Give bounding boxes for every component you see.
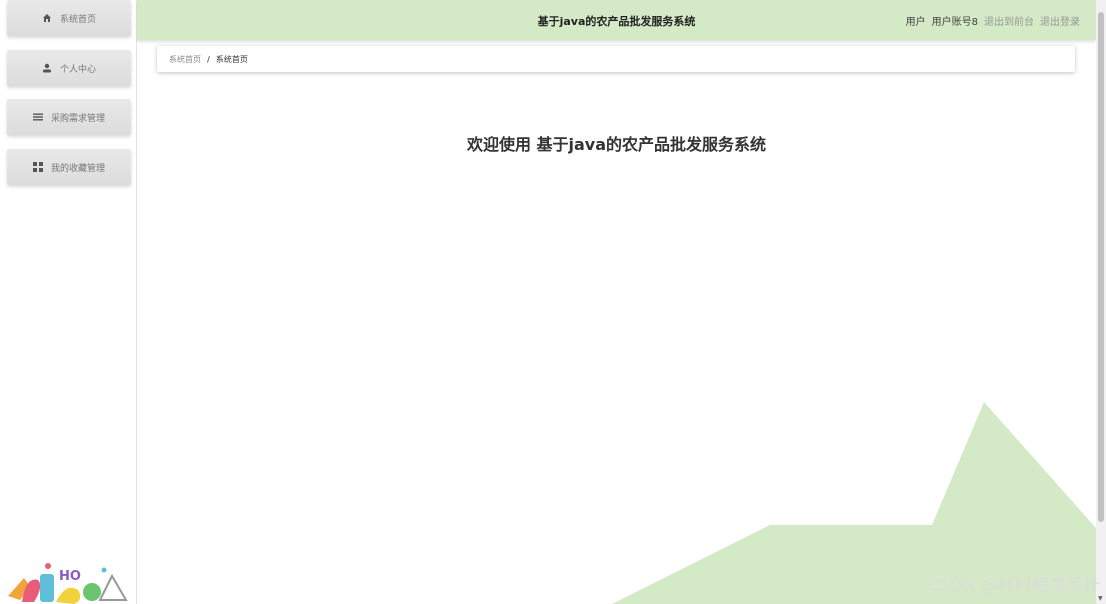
sidebar-item-label: 系统首页 — [59, 14, 96, 25]
welcome-heading: 欢迎使用 基于java的农产品批发服务系统 — [466, 135, 767, 154]
user-role-label: 用户 — [905, 17, 926, 28]
sidebar-item-label: 个人中心 — [59, 64, 96, 75]
watermark-text: CSDN @林科程序设计 — [927, 576, 1100, 596]
sidebar-item-home[interactable]: 系统首页 — [7, 0, 131, 36]
sidebar-item-profile[interactable]: 个人中心 — [7, 50, 131, 86]
decorative-logo-icon: HO — [8, 563, 128, 604]
top-header: 基于java的农产品批发服务系统 用户 用户账号8 退出到前台 退出登录 — [137, 0, 1096, 40]
vertical-scrollbar[interactable]: ▼ — [1096, 0, 1106, 604]
breadcrumb-separator: / — [207, 54, 210, 64]
breadcrumb: 系统首页 / 系统首页 — [157, 46, 1075, 72]
username-label: 用户账号8 — [931, 17, 978, 28]
scrollbar-thumb[interactable] — [1098, 12, 1104, 522]
sidebar: 系统首页 个人中心 采购需求管理 我的收藏管理 HO — [0, 0, 137, 604]
header-user-area: 用户 用户账号8 退出到前台 退出登录 — [906, 13, 1080, 28]
list-icon — [32, 112, 43, 122]
breadcrumb-home-link[interactable]: 系统首页 — [169, 54, 201, 65]
sidebar-item-favorites[interactable]: 我的收藏管理 — [7, 149, 131, 185]
exit-to-front-link[interactable]: 退出到前台 — [984, 13, 1034, 28]
background-mountain-shape — [612, 402, 1096, 604]
breadcrumb-current: 系统首页 — [215, 54, 248, 64]
sidebar-item-label: 采购需求管理 — [50, 113, 105, 124]
sidebar-item-purchase-demand[interactable]: 采购需求管理 — [7, 99, 131, 135]
scroll-down-arrow-icon[interactable]: ▼ — [1098, 595, 1103, 602]
home-icon — [42, 13, 52, 23]
logout-link[interactable]: 退出登录 — [1040, 13, 1080, 28]
user-icon — [42, 63, 52, 73]
sidebar-item-label: 我的收藏管理 — [50, 163, 105, 174]
grid-icon — [32, 162, 43, 172]
svg-text:HO: HO — [59, 569, 81, 584]
